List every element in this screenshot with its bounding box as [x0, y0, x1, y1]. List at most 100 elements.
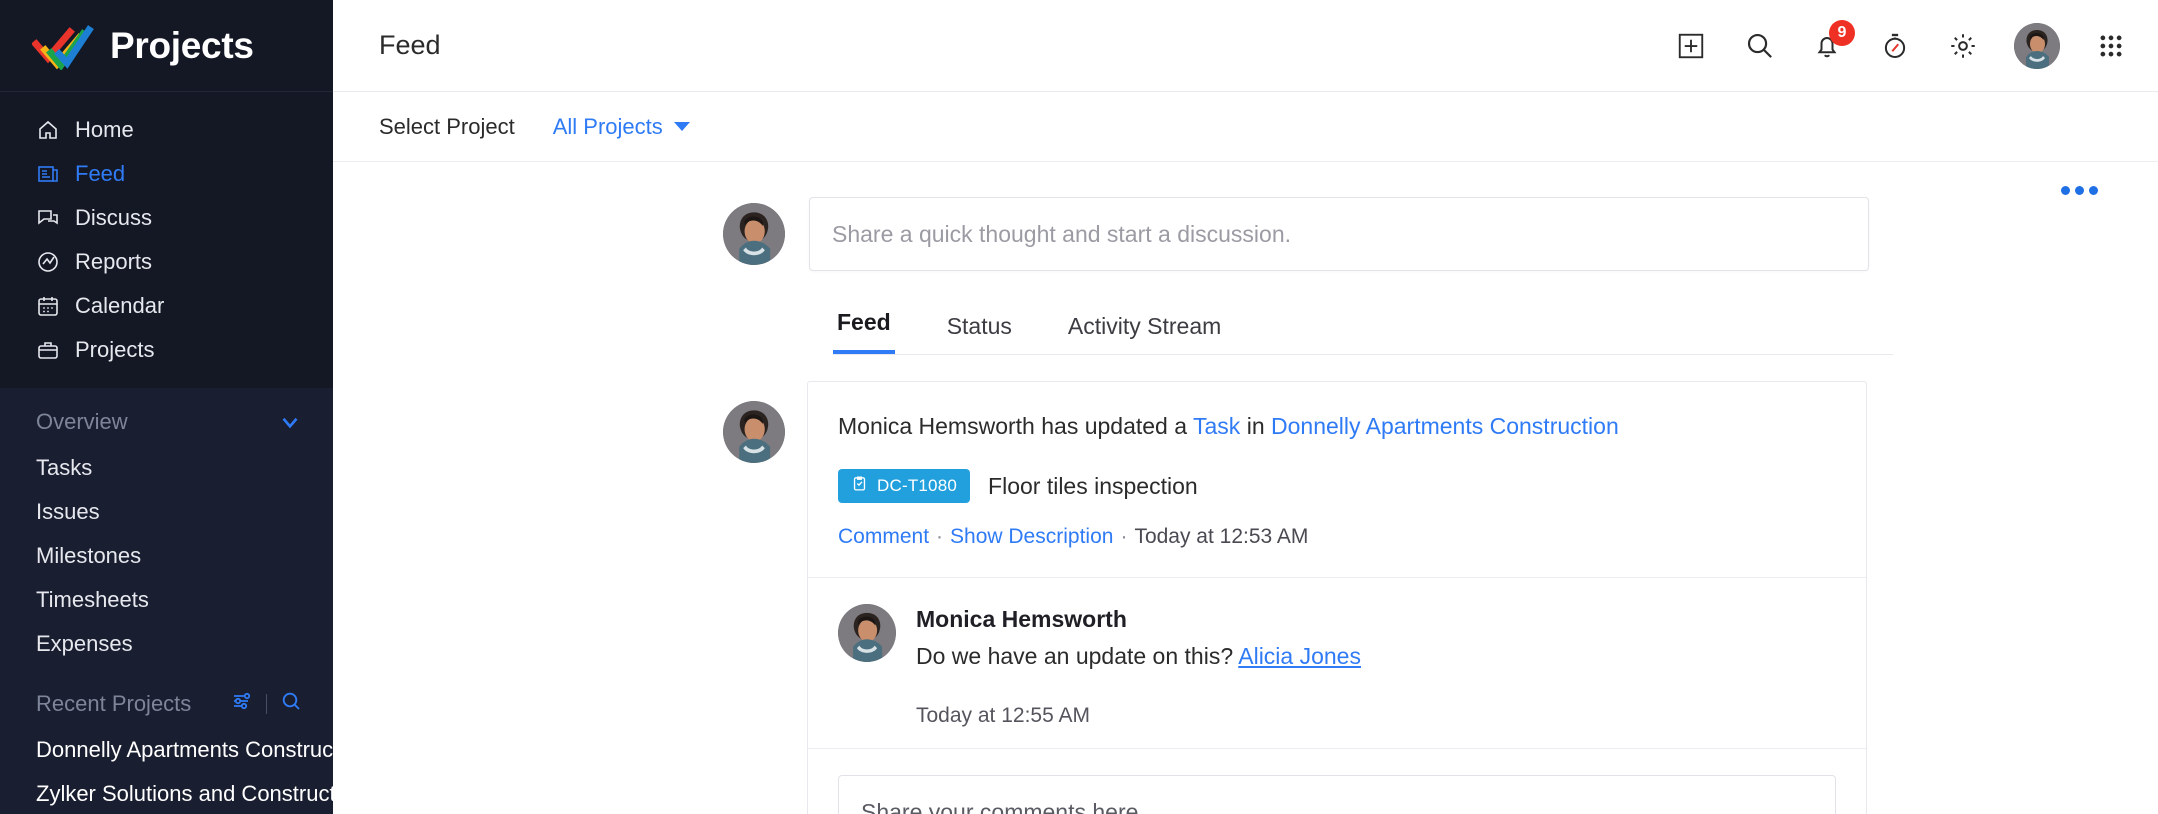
main-area: Feed 9 Select Project All Projects Share… — [333, 0, 2158, 814]
task-id-badge[interactable]: DC-T1080 — [838, 469, 971, 504]
overview-section-header[interactable]: Overview — [0, 398, 333, 446]
sidebar-item-label: Reports — [75, 249, 153, 274]
sidebar-item-timesheets[interactable]: Timesheets — [0, 578, 333, 622]
feed-post-row: Monica Hemsworth has updated a Task in D… — [723, 381, 2158, 814]
comment-text-body: Do we have an update on this? — [916, 643, 1239, 670]
overview-title: Overview — [36, 409, 128, 434]
post-timestamp: Today at 12:53 AM — [1134, 525, 1309, 549]
sidebar-item-label: Issues — [36, 499, 100, 524]
notifications-bell-icon[interactable]: 9 — [1810, 19, 1855, 63]
brand-logo[interactable]: Projects — [0, 0, 333, 92]
recent-project-label: Donnelly Apartments Construction — [36, 737, 333, 762]
recent-project-item[interactable]: Donnelly Apartments Construction — [0, 728, 333, 772]
project-selector-dropdown[interactable]: All Projects — [553, 114, 690, 140]
discuss-icon — [36, 206, 60, 230]
more-options-icon[interactable] — [2061, 186, 2098, 195]
app-root: Projects Home Feed Discuss Reports Calen… — [0, 0, 2158, 814]
chevron-down-icon[interactable] — [277, 409, 303, 435]
post-comment: Monica Hemsworth Do we have an update on… — [808, 577, 1866, 748]
sidebar-item-calendar[interactable]: Calendar — [0, 284, 333, 328]
tab-activity-stream[interactable]: Activity Stream — [1064, 313, 1225, 354]
comment-author-name: Monica Hemsworth — [916, 606, 1127, 633]
action-separator: · — [936, 525, 944, 549]
tab-label: Activity Stream — [1067, 313, 1222, 339]
sidebar-item-label: Home — [75, 117, 134, 142]
task-title: Floor tiles inspection — [988, 472, 1198, 499]
top-bar-actions: 9 — [1674, 19, 2128, 69]
home-icon — [36, 118, 60, 142]
brand-name: Projects — [110, 24, 254, 66]
briefcase-icon — [36, 338, 60, 362]
comment-mention-link[interactable]: Alicia Jones — [1238, 643, 1361, 669]
chevron-down-icon — [673, 122, 690, 131]
post-actor: Monica Hemsworth — [838, 413, 1035, 439]
reports-icon — [36, 250, 60, 274]
tools-divider — [266, 694, 267, 714]
sidebar-item-label: Tasks — [36, 455, 93, 480]
search-icon[interactable] — [279, 689, 303, 719]
sidebar-item-issues[interactable]: Issues — [0, 490, 333, 534]
calendar-icon — [36, 294, 60, 318]
post-project-link[interactable]: Donnelly Apartments Construction — [1271, 413, 1619, 439]
recent-project-label: Zylker Solutions and Construction — [36, 781, 333, 806]
tab-label: Status — [946, 313, 1012, 339]
sidebar-item-label: Milestones — [36, 543, 142, 568]
comment-text: Do we have an update on this? Alicia Jon… — [916, 643, 1361, 670]
recent-project-item[interactable]: Zylker Solutions and Construction — [0, 772, 333, 814]
sidebar-item-label: Expenses — [36, 631, 133, 656]
selected-project-label: All Projects — [552, 113, 663, 139]
double-check-logo-icon — [31, 22, 94, 71]
sidebar-item-expenses[interactable]: Expenses — [0, 622, 333, 666]
timer-icon[interactable] — [1878, 29, 1912, 63]
feed-column: Share a quick thought and start a discus… — [333, 197, 2158, 814]
composer-input[interactable]: Share a quick thought and start a discus… — [809, 197, 1869, 271]
sidebar-item-reports[interactable]: Reports — [0, 240, 333, 284]
sidebar-item-label: Feed — [75, 161, 126, 186]
post-action-pre: has updated a — [1034, 413, 1194, 439]
show-description-action[interactable]: Show Description — [950, 525, 1113, 548]
user-avatar[interactable] — [2014, 22, 2060, 69]
tab-feed[interactable]: Feed — [833, 309, 895, 354]
tab-label: Feed — [837, 309, 891, 335]
post-action-mid: in — [1240, 413, 1271, 439]
sidebar-item-label: Calendar — [75, 293, 165, 318]
feed-content: Share a quick thought and start a discus… — [333, 162, 2158, 814]
sliders-filter-icon[interactable] — [230, 689, 254, 719]
sidebar-item-milestones[interactable]: Milestones — [0, 534, 333, 578]
comment-author-avatar — [838, 604, 896, 663]
sidebar-item-projects[interactable]: Projects — [0, 328, 333, 372]
composer-row: Share a quick thought and start a discus… — [723, 197, 2158, 271]
feed-post-card: Monica Hemsworth has updated a Task in D… — [807, 381, 1867, 814]
post-task-row: DC-T1080 Floor tiles inspection — [808, 443, 1866, 504]
comment-placeholder: Share your comments here... — [861, 798, 1158, 814]
project-selector-bar: Select Project All Projects — [333, 92, 2158, 162]
sidebar-item-label: Timesheets — [36, 587, 149, 612]
sidebar-item-tasks[interactable]: Tasks — [0, 446, 333, 490]
sidebar-overview-section: Overview Tasks Issues Milestones Timeshe… — [0, 388, 333, 814]
comment-input[interactable]: Share your comments here... — [838, 775, 1836, 814]
sidebar-item-home[interactable]: Home — [0, 108, 333, 152]
task-clipboard-icon — [851, 475, 868, 497]
apps-grid-icon[interactable] — [2094, 29, 2128, 63]
add-icon[interactable] — [1674, 29, 1708, 63]
comment-body: Monica Hemsworth Do we have an update on… — [916, 604, 1361, 728]
search-icon[interactable] — [1742, 29, 1776, 63]
sidebar-item-feed[interactable]: Feed — [0, 152, 333, 196]
post-actions-row: Comment · Show Description · Today at 12:53 … — [808, 503, 1866, 577]
task-id-label: DC-T1080 — [877, 476, 958, 496]
sidebar-item-label: Discuss — [75, 205, 153, 230]
gear-icon[interactable] — [1946, 29, 1980, 63]
post-entity-type-link[interactable]: Task — [1193, 413, 1240, 439]
comment-action[interactable]: Comment — [838, 525, 929, 548]
recent-projects-header: Recent Projects — [0, 680, 333, 728]
primary-nav: Home Feed Discuss Reports Calendar Proje… — [0, 92, 333, 388]
feed-icon — [36, 162, 60, 186]
page-title: Feed — [379, 30, 441, 60]
recent-projects-tools — [230, 689, 303, 719]
composer-avatar — [723, 203, 785, 265]
sidebar-item-discuss[interactable]: Discuss — [0, 196, 333, 240]
action-separator: · — [1120, 525, 1128, 549]
tab-status[interactable]: Status — [943, 313, 1016, 354]
post-header: Monica Hemsworth has updated a Task in D… — [808, 382, 1866, 443]
comment-timestamp: Today at 12:55 AM — [916, 704, 1090, 728]
